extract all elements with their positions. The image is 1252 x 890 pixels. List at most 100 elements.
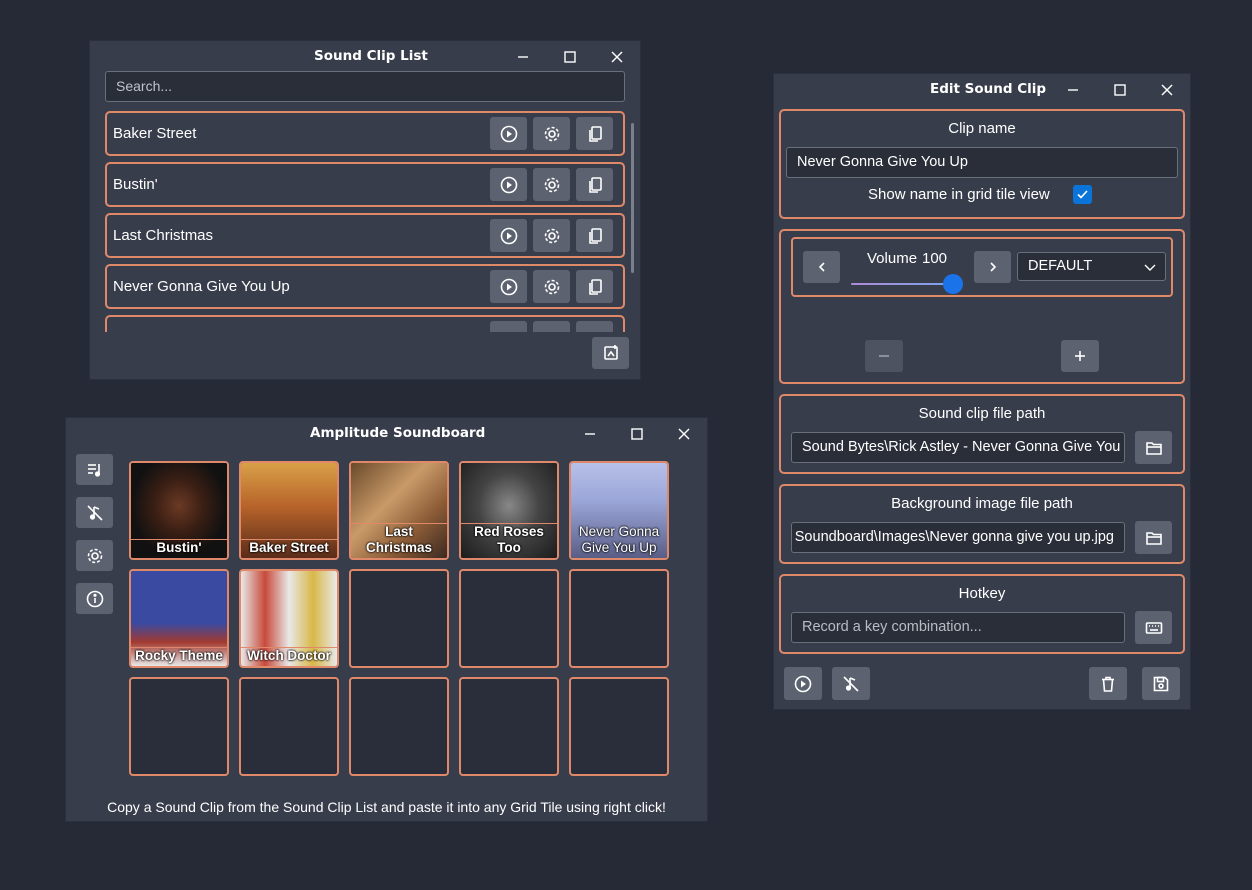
close-icon[interactable] — [672, 422, 696, 446]
chevron-down-icon — [1144, 264, 1156, 271]
volume-section: Volume 100 DEFAULT — [779, 229, 1185, 384]
play-button[interactable] — [490, 321, 527, 332]
scrollbar[interactable] — [631, 123, 634, 273]
play-button[interactable] — [490, 117, 527, 150]
browse-file-button[interactable] — [1135, 431, 1172, 464]
play-icon — [794, 675, 812, 692]
play-icon — [500, 278, 517, 295]
play-button[interactable] — [490, 168, 527, 201]
copy-button[interactable] — [576, 321, 613, 332]
hotkey-input[interactable]: Record a key combination... — [791, 612, 1125, 643]
maximize-icon[interactable] — [625, 422, 649, 446]
checkmark-icon — [1077, 190, 1088, 199]
save-button[interactable] — [1142, 667, 1180, 700]
chevron-left-icon — [818, 262, 825, 272]
play-button[interactable] — [490, 219, 527, 252]
maximize-icon[interactable] — [558, 45, 582, 69]
stop-audio-button[interactable] — [832, 667, 870, 700]
volume-up-button[interactable] — [974, 251, 1011, 283]
info-button[interactable] — [76, 583, 113, 614]
grid-tile[interactable]: Never Gonna Give You Up — [569, 461, 669, 560]
close-icon[interactable] — [605, 45, 629, 69]
settings-button[interactable] — [76, 540, 113, 571]
grid-tile[interactable]: Red Roses Too — [459, 461, 559, 560]
title-bar[interactable]: Amplitude Soundboard — [66, 418, 707, 450]
grid-tile-empty[interactable] — [569, 677, 669, 776]
grid-tile-empty[interactable] — [349, 569, 449, 668]
play-icon — [500, 227, 517, 244]
copy-button[interactable] — [576, 219, 613, 252]
copy-button[interactable] — [576, 117, 613, 150]
file-path-input[interactable]: Sound Bytes\Rick Astley - Never Gonna Gi… — [791, 432, 1125, 463]
clip-list-button[interactable] — [76, 454, 113, 485]
add-output-button[interactable] — [1061, 340, 1099, 372]
minimize-icon[interactable] — [511, 45, 535, 69]
add-image-icon — [603, 345, 618, 360]
settings-button[interactable] — [533, 321, 570, 332]
add-clip-button[interactable] — [592, 337, 629, 369]
section-title: Background image file path — [891, 495, 1073, 512]
settings-button[interactable] — [533, 270, 570, 303]
gear-icon — [544, 177, 559, 192]
search-input[interactable]: Search... — [105, 71, 625, 102]
clip-row[interactable]: Bustin' — [105, 162, 625, 207]
copy-icon — [588, 176, 602, 193]
minimize-icon[interactable] — [1061, 78, 1085, 102]
chevron-right-icon — [989, 262, 996, 272]
record-hotkey-button[interactable] — [1135, 611, 1172, 644]
remove-output-button[interactable] — [865, 340, 903, 372]
grid-tile-empty[interactable] — [129, 677, 229, 776]
clip-row[interactable]: Last Christmas — [105, 213, 625, 258]
close-icon[interactable] — [1155, 78, 1179, 102]
clip-row-partial[interactable] — [105, 315, 625, 332]
output-device-select[interactable]: DEFAULT — [1017, 252, 1166, 281]
grid-tile[interactable]: Last Christmas — [349, 461, 449, 560]
gear-icon — [544, 279, 559, 294]
maximize-icon[interactable] — [1108, 78, 1132, 102]
grid-tile-empty[interactable] — [459, 677, 559, 776]
info-icon — [86, 590, 103, 607]
edit-sound-clip-window: Edit Sound Clip Clip name Never Gonna Gi… — [774, 74, 1190, 709]
browse-image-button[interactable] — [1135, 521, 1172, 554]
volume-slider-track[interactable] — [851, 283, 951, 285]
minimize-icon[interactable] — [578, 422, 602, 446]
copy-button[interactable] — [576, 270, 613, 303]
grid-tile[interactable]: Rocky Theme — [129, 569, 229, 668]
grid-tile-empty[interactable] — [349, 677, 449, 776]
grid-tile[interactable]: Bustin' — [129, 461, 229, 560]
clip-row[interactable]: Baker Street — [105, 111, 625, 156]
copy-button[interactable] — [576, 168, 613, 201]
settings-button[interactable] — [533, 117, 570, 150]
hint-text: Copy a Sound Clip from the Sound Clip Li… — [107, 799, 666, 815]
window-title: Sound Clip List — [314, 48, 428, 64]
grid-tile[interactable]: Witch Doctor — [239, 569, 339, 668]
grid-tile-empty[interactable] — [239, 677, 339, 776]
settings-button[interactable] — [533, 219, 570, 252]
play-button[interactable] — [490, 270, 527, 303]
volume-down-button[interactable] — [803, 251, 840, 283]
music-off-icon — [843, 675, 859, 692]
folder-icon — [1145, 531, 1162, 545]
copy-icon — [588, 227, 602, 244]
tile-label: Last Christmas — [351, 523, 447, 558]
settings-button[interactable] — [533, 168, 570, 201]
delete-button[interactable] — [1089, 667, 1127, 700]
background-image-input[interactable]: Soundboard\Images\Never gonna give you u… — [791, 522, 1125, 553]
volume-slider-thumb[interactable] — [943, 274, 963, 294]
show-name-checkbox[interactable] — [1073, 185, 1092, 204]
grid-tile-empty[interactable] — [569, 569, 669, 668]
grid-tile[interactable]: Baker Street — [239, 461, 339, 560]
clip-name: Baker Street — [113, 125, 197, 142]
stop-audio-button[interactable] — [76, 497, 113, 528]
clip-row[interactable]: Never Gonna Give You Up — [105, 264, 625, 309]
grid-tile-empty[interactable] — [459, 569, 559, 668]
title-bar[interactable]: Sound Clip List — [90, 41, 640, 73]
copy-icon — [588, 278, 602, 295]
clip-name: Bustin' — [113, 176, 158, 193]
copy-icon — [588, 125, 602, 142]
clip-name-input[interactable]: Never Gonna Give You Up — [786, 147, 1178, 178]
title-bar[interactable]: Edit Sound Clip — [774, 74, 1190, 106]
tile-label: Rocky Theme — [131, 647, 227, 666]
play-button[interactable] — [784, 667, 822, 700]
playlist-music-icon — [87, 463, 100, 477]
